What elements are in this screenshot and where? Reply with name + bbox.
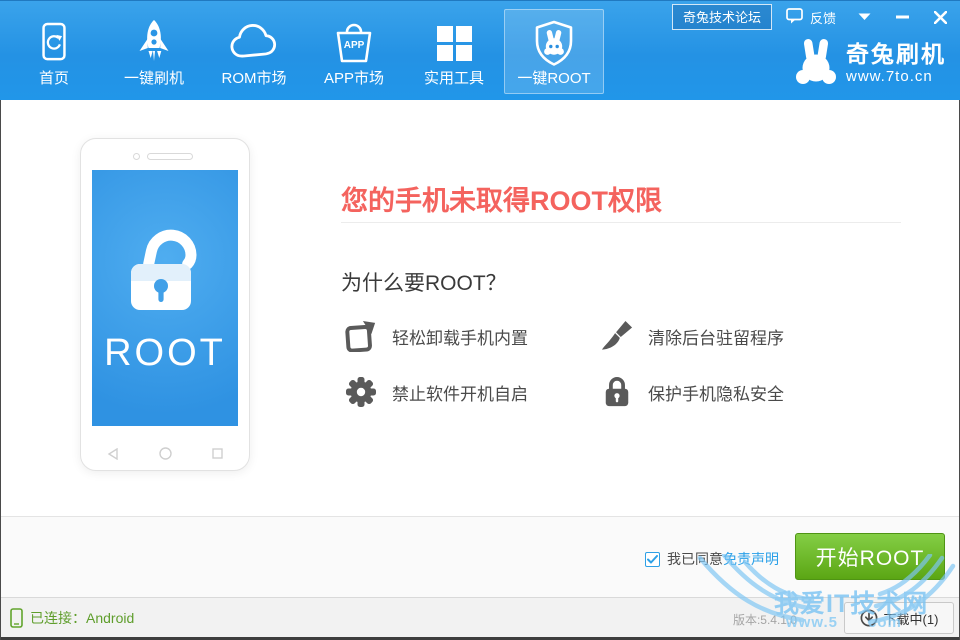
feedback-button[interactable]: 反馈 bbox=[782, 6, 840, 29]
brand-name: 奇兔刷机 bbox=[846, 42, 946, 67]
phone-nav-buttons bbox=[107, 447, 223, 460]
divider bbox=[341, 222, 901, 223]
phone-speaker bbox=[147, 153, 193, 160]
speech-bubble-icon bbox=[786, 8, 804, 27]
agreement-row: 我已同意 免责声明 bbox=[645, 549, 779, 569]
nav-item-one-key-root[interactable]: 一键ROOT bbox=[504, 9, 604, 94]
app-bag-icon: APP bbox=[331, 19, 377, 66]
feature-label: 轻松卸载手机内置 bbox=[392, 324, 528, 349]
feature-privacy: 保护手机隐私安全 bbox=[601, 376, 784, 408]
disclaimer-link[interactable]: 免责声明 bbox=[723, 549, 779, 569]
feature-label: 禁止软件开机自启 bbox=[392, 380, 528, 405]
android-recents-icon bbox=[212, 448, 223, 459]
rabbit-logo-icon bbox=[795, 37, 837, 90]
nav-item-home[interactable]: 首页 bbox=[4, 9, 104, 94]
feature-label: 保护手机隐私安全 bbox=[648, 380, 784, 405]
minimize-button[interactable] bbox=[888, 7, 916, 27]
checkmark-icon bbox=[647, 555, 658, 564]
page-title: 您的手机未取得ROOT权限 bbox=[341, 179, 662, 218]
root-info-panel: 您的手机未取得ROOT权限 为什么要ROOT？ 轻松卸载手机内置 bbox=[341, 100, 901, 516]
agree-checkbox[interactable] bbox=[645, 552, 660, 567]
lock-icon bbox=[601, 376, 633, 408]
phone-screen: ROOT bbox=[92, 170, 238, 426]
gear-icon bbox=[345, 376, 377, 408]
feature-label: 清除后台驻留程序 bbox=[648, 324, 784, 349]
connected-phone-icon bbox=[10, 608, 23, 628]
feature-uninstall: 轻松卸载手机内置 bbox=[345, 320, 528, 352]
nav-item-app-market[interactable]: APP APP市场 bbox=[304, 9, 404, 94]
menu-dropdown-button[interactable] bbox=[850, 7, 878, 27]
download-button[interactable]: 下载中(1) bbox=[844, 602, 954, 634]
phone-illustration: ROOT bbox=[80, 138, 250, 471]
chevron-down-icon bbox=[858, 13, 871, 21]
nav-label: ROM市场 bbox=[222, 67, 287, 88]
action-bar: 我已同意 免责声明 开始ROOT bbox=[1, 516, 959, 597]
nav-label: 实用工具 bbox=[424, 67, 484, 88]
rocket-icon bbox=[134, 19, 174, 66]
nav-label: 一键刷机 bbox=[124, 67, 184, 88]
nav-item-tools[interactable]: 实用工具 bbox=[404, 9, 504, 94]
uninstall-icon bbox=[345, 320, 377, 352]
app-window: 首页 一键刷机 bbox=[0, 0, 960, 640]
window-topbar: 奇兔技术论坛 反馈 bbox=[672, 4, 954, 30]
brand-url: www.7to.cn bbox=[846, 68, 946, 85]
download-label: 下载中(1) bbox=[884, 609, 939, 628]
start-root-button[interactable]: 开始ROOT bbox=[795, 533, 945, 580]
broom-icon bbox=[601, 320, 633, 352]
agree-label: 我已同意 bbox=[667, 549, 723, 569]
download-icon bbox=[860, 609, 878, 627]
window-body: ROOT 您的手机未取得ROOT权限 为什么要ROOT？ bbox=[0, 100, 960, 640]
phone-screen-text: ROOT bbox=[104, 332, 226, 375]
why-root-heading: 为什么要ROOT？ bbox=[341, 267, 507, 297]
nav-label: APP市场 bbox=[324, 67, 384, 88]
forum-button[interactable]: 奇兔技术论坛 bbox=[672, 4, 772, 30]
nav-item-rom-market[interactable]: ROM市场 bbox=[204, 9, 304, 94]
header: 首页 一键刷机 bbox=[0, 0, 960, 100]
unlock-padlock-icon bbox=[110, 220, 220, 322]
connection-text: 已连接：Android bbox=[30, 608, 134, 628]
phone-refresh-icon bbox=[35, 19, 73, 66]
main-content: ROOT 您的手机未取得ROOT权限 为什么要ROOT？ bbox=[1, 100, 959, 516]
version-label: 版本:5.4.1.0 bbox=[733, 611, 797, 628]
main-nav: 首页 一键刷机 bbox=[4, 1, 604, 94]
close-icon bbox=[934, 11, 947, 24]
shield-rabbit-icon bbox=[530, 19, 578, 66]
feedback-label: 反馈 bbox=[810, 8, 836, 27]
connection-status: 已连接：Android bbox=[10, 598, 134, 637]
close-button[interactable] bbox=[926, 7, 954, 27]
android-home-icon bbox=[159, 447, 172, 460]
android-back-icon bbox=[107, 448, 119, 460]
brand-logo: 奇兔刷机 www.7to.cn bbox=[795, 37, 946, 90]
minimize-icon bbox=[896, 15, 909, 19]
feature-autostart: 禁止软件开机自启 bbox=[345, 376, 528, 408]
tiles-icon bbox=[435, 19, 473, 66]
phone-camera-dot bbox=[133, 153, 140, 160]
app-bag-icon-text: APP bbox=[344, 40, 365, 51]
nav-label: 首页 bbox=[39, 67, 69, 88]
status-bar: 已连接：Android 版本:5.4.1.0 下载中(1) bbox=[1, 597, 959, 637]
nav-item-flash[interactable]: 一键刷机 bbox=[104, 9, 204, 94]
feature-clean: 清除后台驻留程序 bbox=[601, 320, 784, 352]
nav-label: 一键ROOT bbox=[517, 67, 590, 88]
cloud-icon bbox=[228, 19, 280, 66]
